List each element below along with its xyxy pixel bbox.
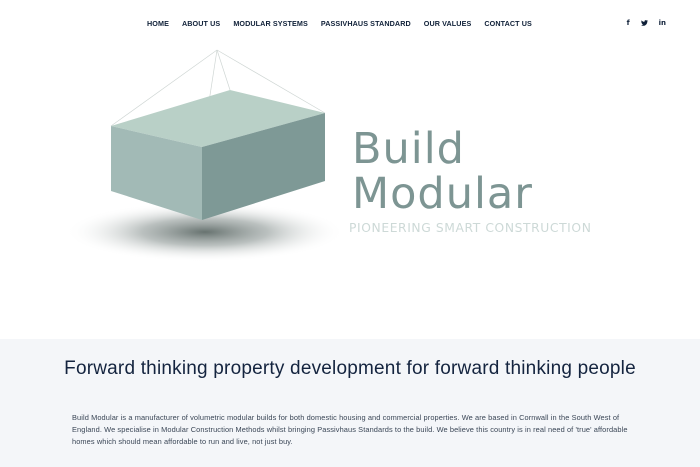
top-navigation: HOME ABOUT US MODULAR SYSTEMS PASSIVHAUS… <box>0 0 700 46</box>
intro-section: Forward thinking property development fo… <box>0 339 700 467</box>
twitter-icon[interactable] <box>640 20 648 26</box>
social-links: f in <box>616 17 666 29</box>
facebook-icon[interactable]: f <box>627 17 630 29</box>
intro-heading: Forward thinking property development fo… <box>64 358 636 379</box>
nav-home-link[interactable]: HOME <box>147 19 169 28</box>
logo-word-modular: Modular <box>352 169 533 219</box>
hero-section: Build Modular PIONEERING SMART CONSTRUCT… <box>0 46 700 339</box>
nav-our-values-link[interactable]: OUR VALUES <box>424 19 472 28</box>
nav-menu: HOME ABOUT US MODULAR SYSTEMS PASSIVHAUS… <box>147 19 545 28</box>
modular-box-illustration <box>65 49 345 262</box>
logo-word-build: Build <box>352 124 465 174</box>
nav-about-us-link[interactable]: ABOUT US <box>182 19 220 28</box>
nav-modular-systems-link[interactable]: MODULAR SYSTEMS <box>233 19 308 28</box>
logo-tagline: PIONEERING SMART CONSTRUCTION <box>349 221 592 235</box>
linkedin-icon[interactable]: in <box>659 17 666 29</box>
intro-paragraph: Build Modular is a manufacturer of volum… <box>72 413 628 446</box>
nav-passivhaus-standard-link[interactable]: PASSIVHAUS STANDARD <box>321 19 411 28</box>
nav-contact-us-link[interactable]: CONTACT US <box>484 19 532 28</box>
